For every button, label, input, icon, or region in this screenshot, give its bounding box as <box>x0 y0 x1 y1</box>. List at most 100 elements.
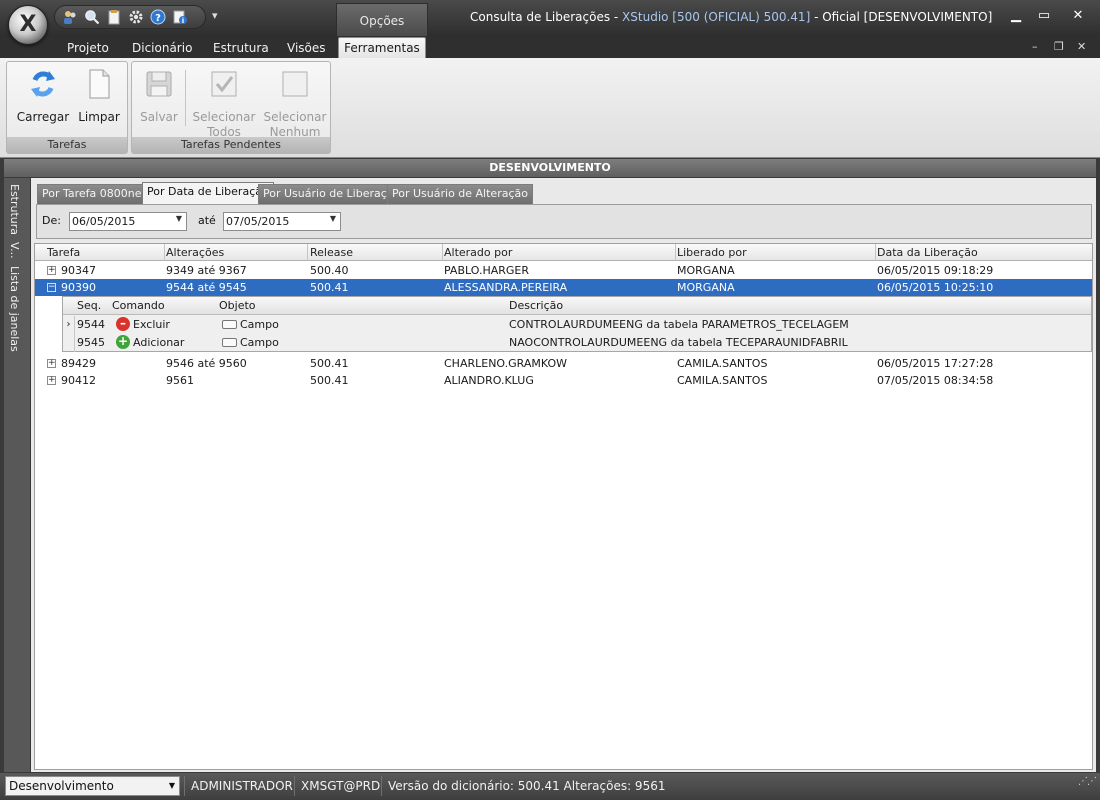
tab-por-data-de-liberacao[interactable]: Por Data de Liberação <box>142 182 274 205</box>
cell-liberado-por: CAMILA.SANTOS <box>677 374 768 387</box>
side-tab-estrutura[interactable]: Estrutura <box>8 184 21 235</box>
cell-release: 500.40 <box>310 264 349 277</box>
column-header-release[interactable]: Release <box>310 246 353 259</box>
cell-data-da-liberacao: 06/05/2015 17:27:28 <box>877 357 994 370</box>
column-header-objeto[interactable]: Objeto <box>219 299 256 312</box>
column-header-descricao[interactable]: Descrição <box>509 299 563 312</box>
tab-por-usuario-de-alteracao[interactable]: Por Usuário de Alteração <box>387 184 533 204</box>
column-header-alteracoes[interactable]: Alterações <box>166 246 224 259</box>
table-row-selected[interactable]: − 90390 9544 até 9545 500.41 ALESSANDRA.… <box>35 279 1092 296</box>
help-icon[interactable]: ? <box>149 8 167 26</box>
column-header-seq[interactable]: Seq. <box>77 299 101 312</box>
ribbon-tab-visoes[interactable]: Visões <box>287 39 326 58</box>
minimize-button[interactable]: ▁ <box>1004 8 1028 24</box>
resize-grip-icon[interactable]: ⋰⋰ <box>1078 777 1097 795</box>
from-date-field[interactable]: 06/05/2015 ▼ <box>69 212 187 231</box>
ribbon-tab-dicionario[interactable]: Dicionário <box>132 39 192 58</box>
column-header-data-da-liberacao[interactable]: Data da Liberação <box>877 246 978 259</box>
cell-tarefa: 90412 <box>61 374 96 387</box>
expand-icon[interactable]: + <box>47 376 56 385</box>
table-row[interactable]: + 89429 9546 até 9560 500.41 CHARLENO.GR… <box>35 355 1092 372</box>
mdi-minimize-button[interactable]: – <box>1032 40 1038 53</box>
qat-customize-button[interactable]: ▾ <box>212 9 218 22</box>
column-divider <box>675 244 676 261</box>
limpar-label: Limpar <box>78 110 120 124</box>
collapse-icon[interactable]: − <box>47 283 56 292</box>
column-divider <box>164 244 165 261</box>
column-header-tarefa[interactable]: Tarefa <box>47 246 80 259</box>
app-logo: X <box>19 12 37 37</box>
salvar-button[interactable]: Salvar <box>136 66 182 125</box>
to-date-field[interactable]: 07/05/2015 ▼ <box>223 212 341 231</box>
selecionar-nenhum-button[interactable]: Selecionar Nenhum <box>260 66 330 140</box>
app-menu-button[interactable]: X <box>8 5 48 45</box>
gear-icon[interactable] <box>127 8 145 26</box>
remove-icon: – <box>116 317 130 331</box>
cell-tarefa: 90347 <box>61 264 96 277</box>
main-content: Por Tarefa 0800net Por Data de Liberação… <box>31 178 1096 772</box>
window-title: Consulta de Liberações - XStudio [500 (O… <box>470 10 992 24</box>
table-row[interactable]: + 90347 9349 até 9367 500.40 PABLO.HARGE… <box>35 262 1092 279</box>
selecionar-todos-label: Selecionar Todos <box>192 110 256 139</box>
cell-objeto: Campo <box>240 318 279 331</box>
chevron-down-icon[interactable]: ▼ <box>330 214 336 223</box>
date-filter-panel: De: 06/05/2015 ▼ até 07/05/2015 ▼ <box>36 204 1092 239</box>
maximize-button[interactable]: ▭ <box>1032 8 1056 24</box>
environment-select[interactable]: Desenvolvimento ▼ <box>5 776 180 796</box>
cell-alteracoes: 9561 <box>166 374 194 387</box>
chevron-down-icon[interactable]: ▼ <box>176 214 182 223</box>
cell-objeto: Campo <box>240 336 279 349</box>
close-button[interactable]: ✕ <box>1066 8 1090 24</box>
status-connection: XMSGT@PRD <box>294 776 380 796</box>
limpar-button[interactable]: Limpar <box>75 66 123 125</box>
expand-icon[interactable]: + <box>47 359 56 368</box>
detail-row[interactable]: › 9544 – Excluir Campo CONTROLAURDUMEENG… <box>63 316 1091 334</box>
column-header-liberado-por[interactable]: Liberado por <box>677 246 747 259</box>
cell-comando: Excluir <box>133 318 170 331</box>
table-row[interactable]: + 90412 9561 500.41 ALIANDRO.KLUG CAMILA… <box>35 372 1092 389</box>
selecionar-nenhum-label: Selecionar Nenhum <box>263 110 327 139</box>
users-icon[interactable] <box>61 8 79 26</box>
cell-descricao: CONTROLAURDUMEENG da tabela PARAMETROS_T… <box>509 318 849 331</box>
tab-por-usuario-de-liberacao[interactable]: Por Usuário de Liberação <box>258 184 406 204</box>
cell-alterado-por: CHARLENO.GRAMKOW <box>444 357 568 370</box>
detail-row[interactable]: 9545 + Adicionar Campo NAOCONTROLAURDUME… <box>63 334 1091 352</box>
mdi-close-button[interactable]: ✕ <box>1077 40 1086 53</box>
title-bar: X ? i ▾ Opções Consulta de Liberações - … <box>0 0 1100 45</box>
tab-por-tarefa[interactable]: Por Tarefa 0800net <box>37 184 151 204</box>
ribbon-tab-ferramentas[interactable]: Ferramentas <box>338 37 426 59</box>
side-tab-lista-de-janelas[interactable]: Lista de janelas <box>8 266 21 352</box>
expand-icon[interactable]: + <box>47 266 56 275</box>
cell-seq: 9544 <box>77 318 105 331</box>
side-tab-v[interactable]: V... <box>8 242 21 259</box>
cell-alterado-por: PABLO.HARGER <box>444 264 530 277</box>
cell-alteracoes: 9546 até 9560 <box>166 357 247 370</box>
field-icon <box>222 320 237 329</box>
cell-alteracoes: 9544 até 9545 <box>166 281 247 294</box>
cell-data-da-liberacao: 06/05/2015 10:25:10 <box>877 281 994 294</box>
carregar-label: Carregar <box>16 110 70 124</box>
selecionar-todos-button[interactable]: Selecionar Todos <box>190 66 258 140</box>
chevron-down-icon[interactable]: ▼ <box>169 781 175 790</box>
mdi-restore-button[interactable]: ❐ <box>1054 40 1064 53</box>
cell-data-da-liberacao: 07/05/2015 08:34:58 <box>877 374 994 387</box>
ribbon-tab-projeto[interactable]: Projeto <box>67 39 109 58</box>
search-icon[interactable] <box>83 8 101 26</box>
document-title: DESENVOLVIMENTO <box>4 159 1096 177</box>
cell-data-da-liberacao: 06/05/2015 09:18:29 <box>877 264 994 277</box>
svg-text:?: ? <box>155 13 161 24</box>
context-tab-opcoes[interactable]: Opções <box>336 3 428 36</box>
column-header-comando[interactable]: Comando <box>112 299 165 312</box>
carregar-button[interactable]: Carregar <box>13 66 73 125</box>
detail-grid: Seq. Comando Objeto Descrição › 9544 – E… <box>62 296 1092 352</box>
info-icon[interactable]: i <box>171 8 189 26</box>
ribbon-tab-estrutura[interactable]: Estrutura <box>213 39 269 58</box>
ribbon-tab-bar: Projeto Dicionário Estrutura Visões Ferr… <box>0 36 1100 59</box>
checkbox-checked-icon <box>211 71 237 97</box>
ribbon: Carregar Limpar Tarefas Salvar Seleciona… <box>0 58 1100 158</box>
clipboard-icon[interactable] <box>105 8 123 26</box>
from-label: De: <box>42 214 61 227</box>
column-header-alterado-por[interactable]: Alterado por <box>444 246 512 259</box>
environment-value: Desenvolvimento <box>9 779 114 793</box>
cell-alteracoes: 9349 até 9367 <box>166 264 247 277</box>
